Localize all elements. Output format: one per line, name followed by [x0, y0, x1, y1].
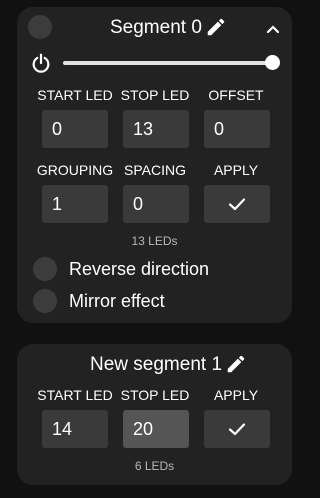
start-led-label: START LED: [37, 87, 113, 103]
mirror-effect-label: Mirror effect: [69, 290, 165, 311]
start-led-label: START LED: [37, 387, 113, 403]
pencil-icon[interactable]: [225, 353, 247, 375]
apply-button[interactable]: [204, 185, 270, 223]
segment-select-checkbox[interactable]: [28, 15, 52, 39]
segment-title: New segment 1: [90, 354, 223, 375]
apply-label: APPLY: [213, 387, 259, 403]
start-led-input[interactable]: [42, 410, 108, 448]
start-led-input[interactable]: [42, 110, 108, 148]
led-count: 13 LEDs: [131, 234, 178, 248]
apply-button[interactable]: [204, 410, 270, 448]
stop-led-label: STOP LED: [120, 387, 190, 403]
mirror-effect-toggle[interactable]: Mirror effect: [33, 289, 165, 313]
spacing-input[interactable]: [123, 185, 189, 223]
segment-title: Segment 0: [110, 17, 202, 38]
brightness-slider[interactable]: [63, 61, 272, 65]
checkmark-icon: [228, 423, 246, 436]
reverse-direction-label: Reverse direction: [69, 258, 210, 279]
power-icon[interactable]: [30, 52, 52, 74]
offset-label: OFFSET: [208, 87, 264, 103]
mirror-effect-checkbox[interactable]: [33, 289, 57, 313]
reverse-direction-toggle[interactable]: Reverse direction: [33, 257, 209, 281]
reverse-direction-checkbox[interactable]: [33, 257, 57, 281]
segment-0-card: Segment 0 START LED STOP LED OFFSET GROU…: [17, 7, 292, 323]
brightness-slider-thumb[interactable]: [265, 55, 280, 70]
stop-led-input[interactable]: [123, 410, 189, 448]
checkmark-icon: [228, 198, 246, 211]
pencil-icon[interactable]: [205, 16, 227, 38]
apply-label: APPLY: [213, 162, 259, 178]
grouping-label: GROUPING: [36, 162, 114, 178]
spacing-label: SPACING: [124, 162, 186, 178]
new-segment-card: New segment 1 START LED STOP LED APPLY 6…: [17, 344, 292, 485]
led-count: 6 LEDs: [134, 459, 175, 473]
stop-led-input[interactable]: [123, 110, 189, 148]
offset-input[interactable]: [204, 110, 270, 148]
grouping-input[interactable]: [42, 185, 108, 223]
chevron-up-icon[interactable]: [265, 21, 281, 37]
stop-led-label: STOP LED: [120, 87, 190, 103]
